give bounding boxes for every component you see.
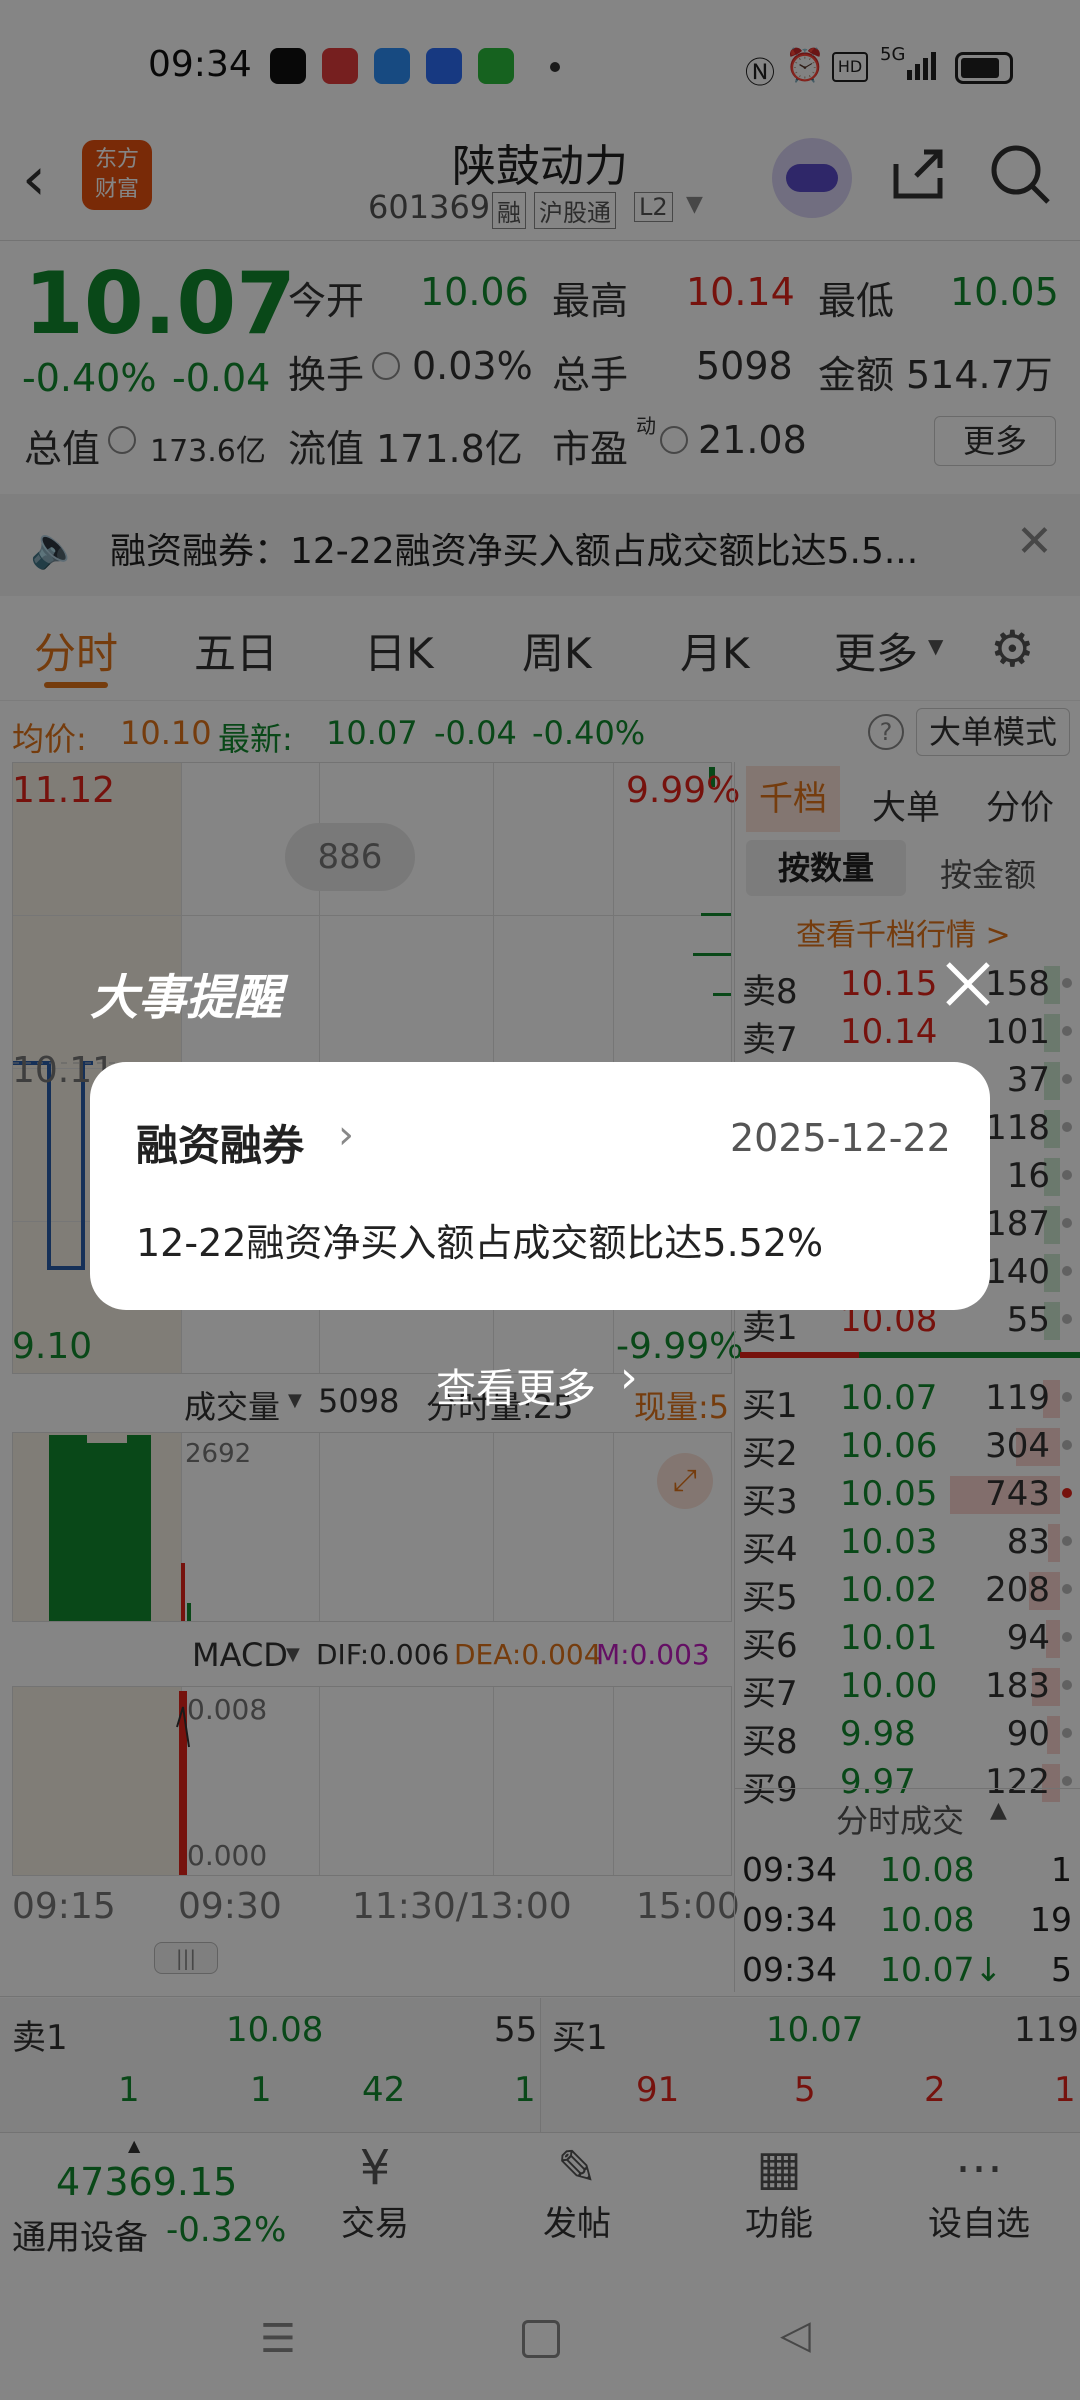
- close-icon[interactable]: [940, 956, 996, 1012]
- event-body: 12-22融资净买入额占成交额比达5.52%: [136, 1221, 824, 1265]
- chevron-right-icon[interactable]: ›: [620, 1352, 638, 1403]
- chevron-right-icon[interactable]: ›: [338, 1112, 354, 1158]
- view-more-link[interactable]: 查看更多: [436, 1356, 596, 1414]
- modal-heading: 大事提醒: [90, 970, 283, 1026]
- event-date: 2025-12-22: [730, 1116, 951, 1160]
- event-category[interactable]: 融资融券: [136, 1112, 304, 1173]
- event-reminder-card[interactable]: 融资融券 › 2025-12-22 12-22融资净买入额占成交额比达5.52%: [90, 1062, 990, 1310]
